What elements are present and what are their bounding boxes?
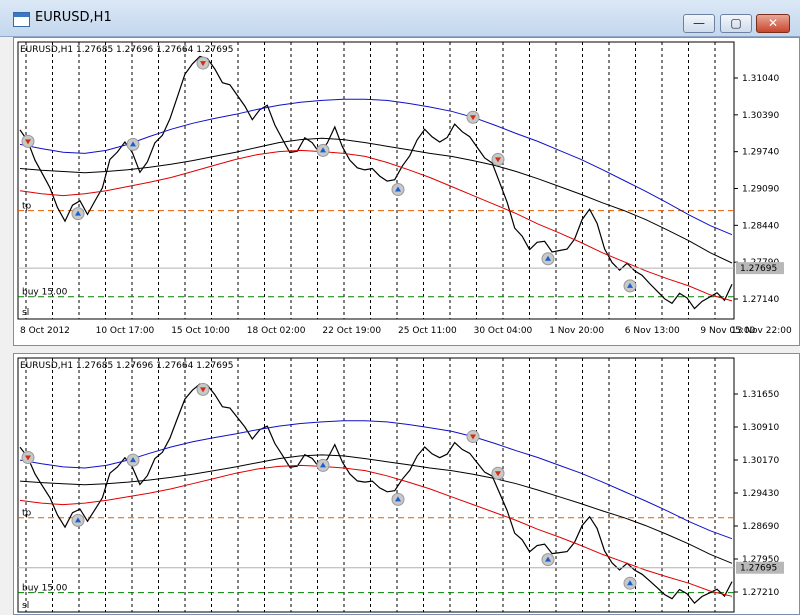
price-axis-label: 1.28690 [742,522,779,532]
ma-mid-line [19,454,733,564]
tp-label: tp [22,509,32,519]
plot-border [17,41,735,320]
buy-label: buy 15.00 [22,584,68,594]
price-axis-label: 1.30390 [742,111,779,121]
price-axis-label: 1.29090 [742,185,779,195]
time-axis-label: 18 Oct 02:00 [247,326,306,336]
window-titlebar: EURUSD,H1 — ▢ ✕ [0,0,800,37]
bottom-chart-panel[interactable]: 1.31650 1.30910 1.30170 1.29430 1.28690 1.279… [13,353,800,615]
time-axis-label: 30 Oct 04:00 [474,326,533,336]
price-axis-label: 1.31040 [742,74,779,84]
minimize-button[interactable]: — [683,14,715,33]
buy-label: buy 15.00 [22,288,68,298]
price-axis-label: 1.27210 [742,588,779,598]
price-axis-label: 1.30170 [742,456,779,466]
time-axis-label: 22 Oct 19:00 [322,326,381,336]
tp-label: tp [22,202,32,212]
price-line [19,55,733,310]
time-axis-label: 6 Nov 13:00 [625,326,680,336]
price-axis-label: 1.30910 [742,423,779,433]
chart-header: EURUSD,H1 1.27685 1.27696 1.27664 1.2769… [20,45,233,55]
top-price-chart[interactable]: 1.310401.303901.297401.290901.284401.277… [14,38,799,345]
time-axis-label: 13 Nov 22:00 [731,326,792,336]
time-axis-label: 25 Oct 11:00 [398,326,457,336]
price-axis-label: 1.29740 [742,148,779,158]
time-axis-label: 15 Oct 10:00 [171,326,230,336]
chart-window-icon [13,12,30,27]
price-axis-label: 1.27140 [742,295,779,305]
close-button[interactable]: ✕ [756,14,790,33]
current-price-label: 1.27695 [740,264,777,274]
price-line [19,383,733,604]
ma-slow-line [19,98,733,236]
time-axis-label: 8 Oct 2012 [20,326,70,336]
sl-label: sl [22,601,29,611]
price-axis-label: 1.28440 [742,221,779,231]
time-axis-label: 1 Nov 20:00 [549,326,604,336]
price-axis-label: 1.29430 [742,489,779,499]
price-axis-label: 1.31650 [742,390,779,400]
time-axis-label: 10 Oct 17:00 [96,326,155,336]
top-chart-panel[interactable]: 1.310401.303901.297401.290901.284401.277… [13,37,800,346]
sl-label: sl [22,308,29,318]
ma-slow-line [19,420,733,540]
bottom-price-chart[interactable]: 1.316501.309101.301701.294301.286901.279… [14,354,799,614]
maximize-button[interactable]: ▢ [720,14,752,33]
chart-header: EURUSD,H1 1.27685 1.27696 1.27664 1.2769… [20,361,233,371]
current-price-label: 1.27695 [740,564,777,574]
window-title: EURUSD,H1 [35,10,112,25]
ma-mid-line [19,137,733,264]
